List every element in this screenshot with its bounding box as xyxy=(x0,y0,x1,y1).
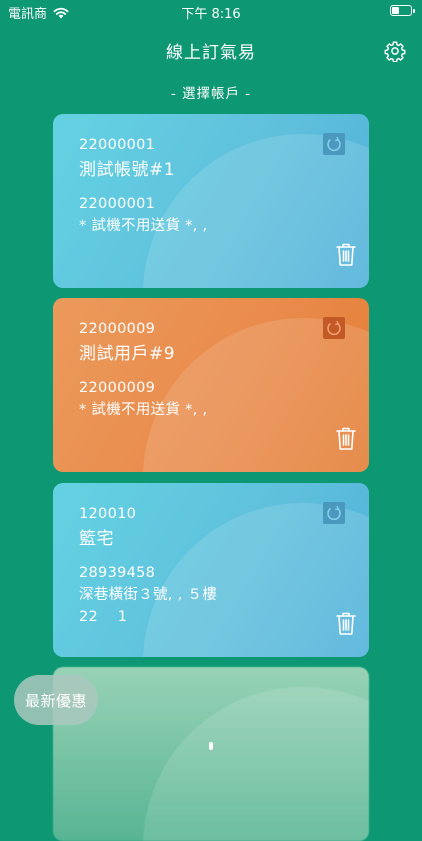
clock: 下午 8:16 xyxy=(181,7,241,22)
refresh-icon[interactable] xyxy=(323,317,345,339)
account-name: 測試帳號#1 xyxy=(79,160,176,180)
account-address: * 試機不用送貨 *, , xyxy=(79,218,208,234)
trash-icon[interactable] xyxy=(335,426,357,452)
account-name: 籃宅 xyxy=(79,529,114,549)
trash-icon[interactable] xyxy=(335,242,357,268)
account-name: 測試用戶#9 xyxy=(79,344,176,364)
refresh-icon[interactable] xyxy=(323,502,345,524)
account-phone: 22000001 xyxy=(79,196,156,212)
trash-icon[interactable] xyxy=(335,611,357,637)
account-card[interactable]: 22000009 測試用戶#9 22000009 * 試機不用送貨 *, , xyxy=(53,298,369,472)
promo-button[interactable]: 最新優惠 xyxy=(14,675,98,725)
home-indicator xyxy=(209,742,213,750)
page-title: 線上訂氣易 xyxy=(166,43,256,63)
account-card[interactable]: 120010 籃宅 28939458 深巷橫街３號, , ５樓 22 1 xyxy=(53,483,369,657)
account-address: 深巷橫街３號, , ５樓 xyxy=(79,587,218,603)
account-card[interactable]: 22000001 測試帳號#1 22000001 * 試機不用送貨 *, , xyxy=(53,114,369,288)
account-phone: 22000009 xyxy=(79,380,156,396)
refresh-icon[interactable] xyxy=(323,133,345,155)
section-label: - 選擇帳戶 - xyxy=(170,86,252,102)
status-bar: 電訊商 下午 8:16 xyxy=(0,0,422,22)
battery-icon xyxy=(390,5,415,16)
account-phone: 28939458 xyxy=(79,565,156,581)
gear-icon[interactable] xyxy=(384,40,406,62)
account-address: * 試機不用送貨 *, , xyxy=(79,402,208,418)
add-account-card[interactable] xyxy=(53,667,369,841)
account-extra: 22 1 xyxy=(79,609,128,625)
